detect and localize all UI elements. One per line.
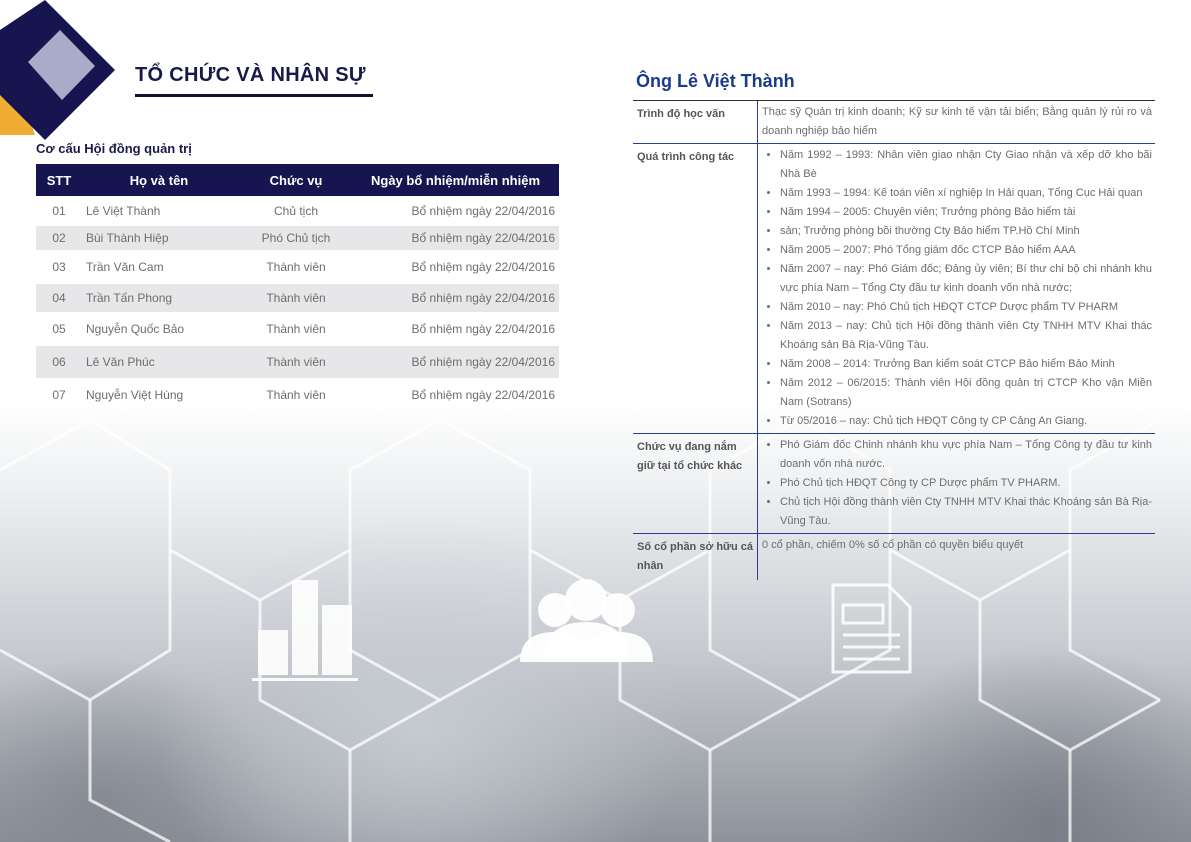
shares-label: Số cổ phần sở hữu cá nhân [637,541,754,572]
table-row: 02 Bùi Thành Hiệp Phó Chủ tịch Bổ nhiệm … [36,226,559,250]
position-item: Chủ tịch Hội đồng thành viên Cty TNHH MT… [780,493,1152,531]
shares-value: 0 cổ phần, chiếm 0% số cổ phần có quyền … [757,534,1155,580]
column-header-stt: STT [36,164,82,196]
position-item: Phó Giám đốc Chinh nhánh khu vực phía Na… [780,436,1152,474]
positions-value: Phó Giám đốc Chinh nhánh khu vực phía Na… [757,434,1155,533]
table-row: 03 Trần Văn Cam Thành viên Bổ nhiệm ngày… [36,250,559,284]
row-role: Thành viên [236,284,356,312]
row-name: Lê Văn Phúc [82,346,236,378]
career-item: Năm 2008 – 2014: Trưởng Ban kiểm soát CT… [780,355,1152,374]
table-row: 05 Nguyễn Quốc Bảo Thành viên Bổ nhiệm n… [36,312,559,346]
row-stt: 01 [52,204,66,218]
title-underline [135,94,373,97]
career-item: sản; Trưởng phòng bồi thường Cty Bảo hiể… [780,222,1152,241]
board-table: STT Họ và tên Chức vụ Ngày bổ nhiệm/miễn… [36,164,559,412]
profile-table: Trình độ học vấn Thạc sỹ Quản trị kinh d… [633,100,1155,580]
career-item: Năm 1993 – 1994: Kế toán viên xí nghiệp … [780,184,1152,203]
column-header-date: Ngày bổ nhiệm/miễn nhiệm [356,164,559,196]
profile-row-positions: Chức vụ đang nắm giữ tại tổ chức khác Ph… [633,434,1155,534]
row-role: Thành viên [266,260,326,274]
row-name: Nguyễn Việt Hùng [86,388,184,402]
table-row: 06 Lê Văn Phúc Thành viên Bổ nhiệm ngày … [36,346,559,378]
career-item: Năm 2013 – nay: Chủ tịch Hội đồng thành … [780,317,1152,355]
career-item: Năm 1992 – 1993: Nhân viên giao nhận Cty… [780,146,1152,184]
table-row: 07 Nguyễn Việt Hùng Thành viên Bổ nhiệm … [36,378,559,412]
career-item: Năm 2010 – nay: Phó Chủ tịch HĐQT CTCP D… [780,298,1152,317]
column-header-name: Họ và tên [82,164,236,196]
positions-label: Chức vụ đang nắm giữ tại tổ chức khác [637,441,743,472]
row-date: Bổ nhiệm ngày 22/04/2016 [356,346,559,378]
profile-row-education: Trình độ học vấn Thạc sỹ Quản trị kinh d… [633,101,1155,144]
row-name: Trần Văn Cam [86,260,164,274]
row-name: Bùi Thành Hiệp [82,226,236,250]
row-role: Thành viên [266,388,326,402]
row-role: Thành viên [236,346,356,378]
document-icon [831,583,912,674]
corner-logo [0,0,115,140]
education-value: Thạc sỹ Quản trị kinh doanh; Kỹ sư kinh … [757,101,1155,143]
row-name: Trần Tấn Phong [82,284,236,312]
row-date: Bổ nhiệm ngày 22/04/2016 [356,226,559,250]
career-item: Năm 2005 – 2007: Phó Tổng giám đốc CTCP … [780,241,1152,260]
career-item: Năm 1994 – 2005: Chuyên viên; Trưởng phò… [780,203,1152,222]
row-role: Chủ tịch [273,204,319,218]
table-row: 04 Trần Tấn Phong Thành viên Bổ nhiệm ng… [36,284,559,312]
row-date: Bổ nhiệm ngày 22/04/2016 [411,204,555,218]
row-date: Bổ nhiệm ngày 22/04/2016 [356,284,559,312]
column-header-role: Chức vụ [236,164,356,196]
career-item: Từ 05/2016 – nay: Chủ tịch HĐQT Công ty … [780,412,1152,431]
row-stt: 05 [52,322,66,336]
row-stt: 03 [52,260,66,274]
profile-row-shares: Số cổ phần sở hữu cá nhân 0 cổ phần, chi… [633,534,1155,580]
career-value: Năm 1992 – 1993: Nhân viên giao nhận Cty… [757,144,1155,433]
board-label: Cơ cấu Hội đồng quản trị [36,141,192,156]
profile-row-career: Quá trình công tác Năm 1992 – 1993: Nhân… [633,144,1155,434]
row-stt: 06 [36,346,82,378]
education-label: Trình độ học vấn [637,108,726,120]
row-name: Nguyễn Quốc Bảo [86,322,185,336]
career-item: Năm 2012 – 06/2015: Thành viên Hội đồng … [780,374,1152,412]
table-header-row: STT Họ và tên Chức vụ Ngày bổ nhiệm/miễn… [36,164,559,196]
row-date: Bổ nhiệm ngày 22/04/2016 [411,322,555,336]
row-stt: 02 [36,226,82,250]
career-item: Năm 2007 – nay: Phó Giám đốc; Đảng ủy vi… [780,260,1152,298]
row-date: Bổ nhiệm ngày 22/04/2016 [411,260,555,274]
row-role: Phó Chủ tịch [236,226,356,250]
row-stt: 04 [36,284,82,312]
position-item: Phó Chủ tịch HĐQT Công ty CP Dược phẩm T… [780,474,1152,493]
career-label: Quá trình công tác [637,151,735,163]
row-role: Thành viên [266,322,326,336]
profile-name: Ông Lê Việt Thành [636,71,795,91]
row-date: Bổ nhiệm ngày 22/04/2016 [411,388,555,402]
row-name: Lê Việt Thành [86,204,161,218]
page-title: TỔ CHỨC VÀ NHÂN SỰ [135,64,366,86]
table-row: 01 Lê Việt Thành Chủ tịch Bổ nhiệm ngày … [36,196,559,226]
row-stt: 07 [52,388,66,402]
